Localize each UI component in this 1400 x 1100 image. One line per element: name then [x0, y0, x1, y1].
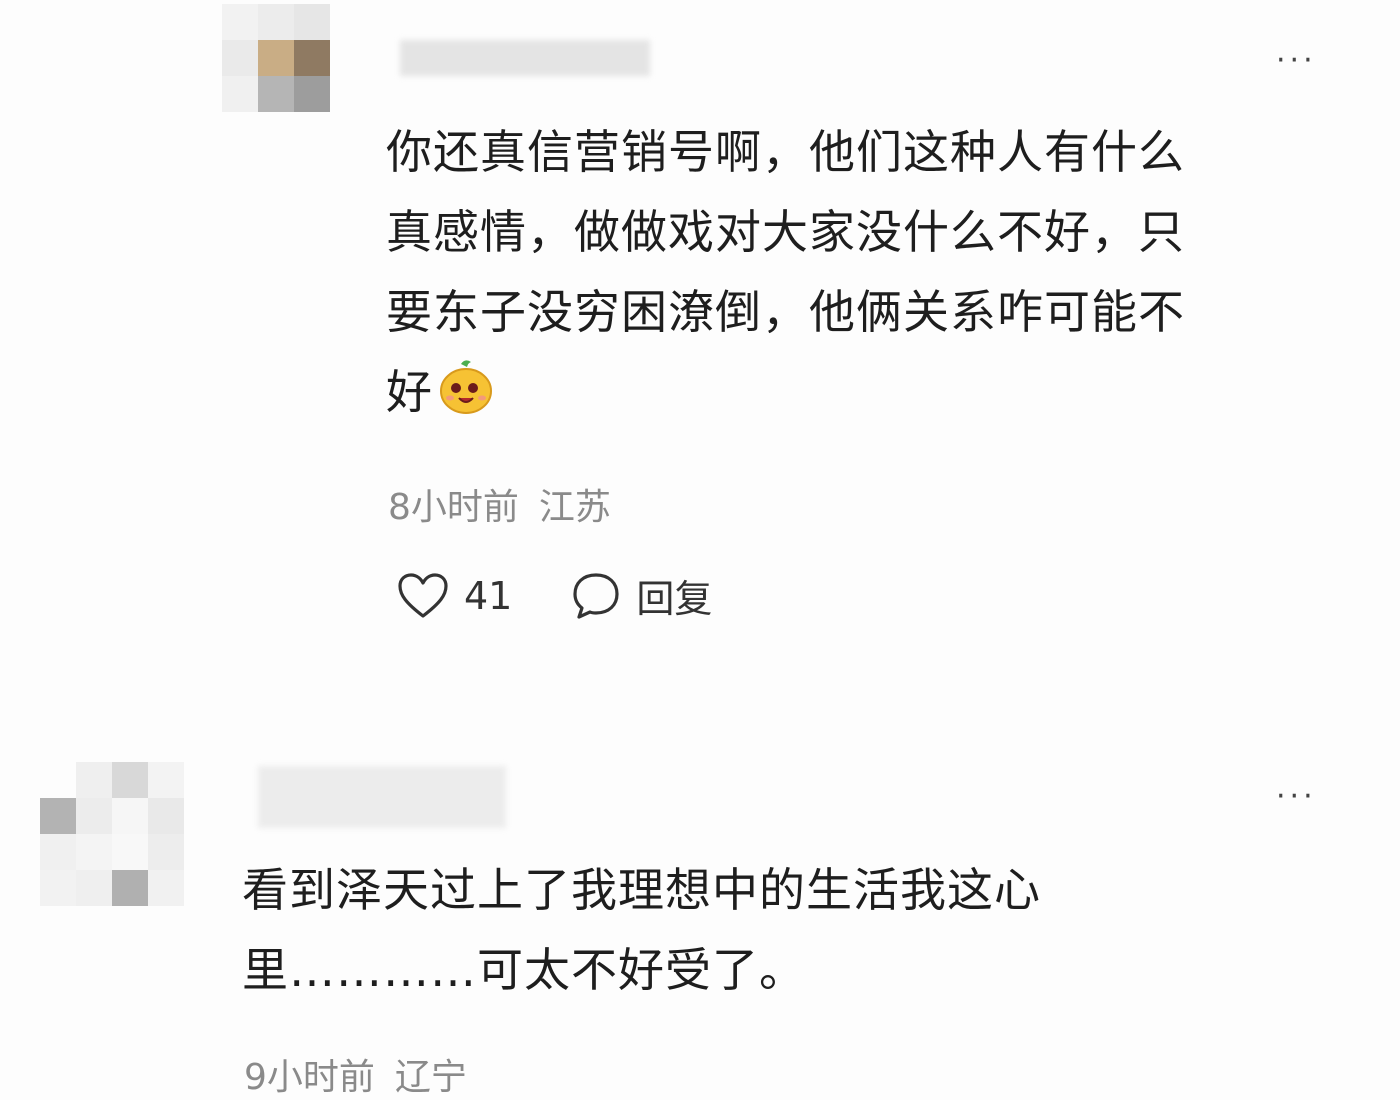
reply-button[interactable]: 回复 [570, 568, 712, 623]
comment-1: ··· 你还真信营销号啊，他们这种人有什么 真感情，做做戏对大家没什么不好，只 … [0, 0, 1400, 700]
reply-label: 回复 [636, 577, 713, 621]
avatar[interactable] [222, 4, 330, 112]
comment-location: 辽宁 [394, 1057, 467, 1098]
comment-meta: 9小时前 辽宁 [244, 1048, 467, 1100]
comment-line: 好 [386, 365, 433, 419]
username-redacted[interactable] [258, 766, 506, 828]
like-count: 41 [464, 573, 513, 618]
comment-line: 真感情，做做戏对大家没什么不好，只 [386, 205, 1185, 259]
comment-last-line: 好 [386, 352, 1185, 432]
more-options-button[interactable]: ··· [1276, 46, 1317, 76]
comment-time: 8小时前 [388, 487, 519, 528]
comment-location: 江苏 [538, 487, 611, 528]
comment-body: 看到泽天过上了我理想中的生活我这心 里…………可太不好受了。 [242, 850, 1041, 1010]
like-button[interactable]: 41 [396, 571, 512, 621]
comment-time: 9小时前 [244, 1057, 375, 1098]
comment-line: 你还真信营销号啊，他们这种人有什么 [386, 125, 1185, 179]
comment-2: ··· 看到泽天过上了我理想中的生活我这心 里…………可太不好受了。 9小时前辽… [0, 740, 1400, 1098]
grinning-face-emoji-icon [437, 358, 495, 416]
chat-bubble-icon [570, 570, 622, 622]
comment-line: 看到泽天过上了我理想中的生活我这心 [242, 863, 1041, 917]
comment-body: 你还真信营销号啊，他们这种人有什么 真感情，做做戏对大家没什么不好，只 要东子没… [386, 112, 1185, 432]
comment-meta: 8小时前 江苏 [388, 478, 611, 530]
more-options-button[interactable]: ··· [1276, 782, 1317, 812]
comment-line: 里…………可太不好受了。 [242, 943, 806, 997]
heart-icon [396, 571, 450, 621]
avatar[interactable] [40, 762, 184, 906]
comment-line: 要东子没穷困潦倒，他俩关系咋可能不 [386, 285, 1185, 339]
username-redacted[interactable] [400, 40, 650, 76]
comment-actions: 41 回复 [396, 568, 712, 623]
